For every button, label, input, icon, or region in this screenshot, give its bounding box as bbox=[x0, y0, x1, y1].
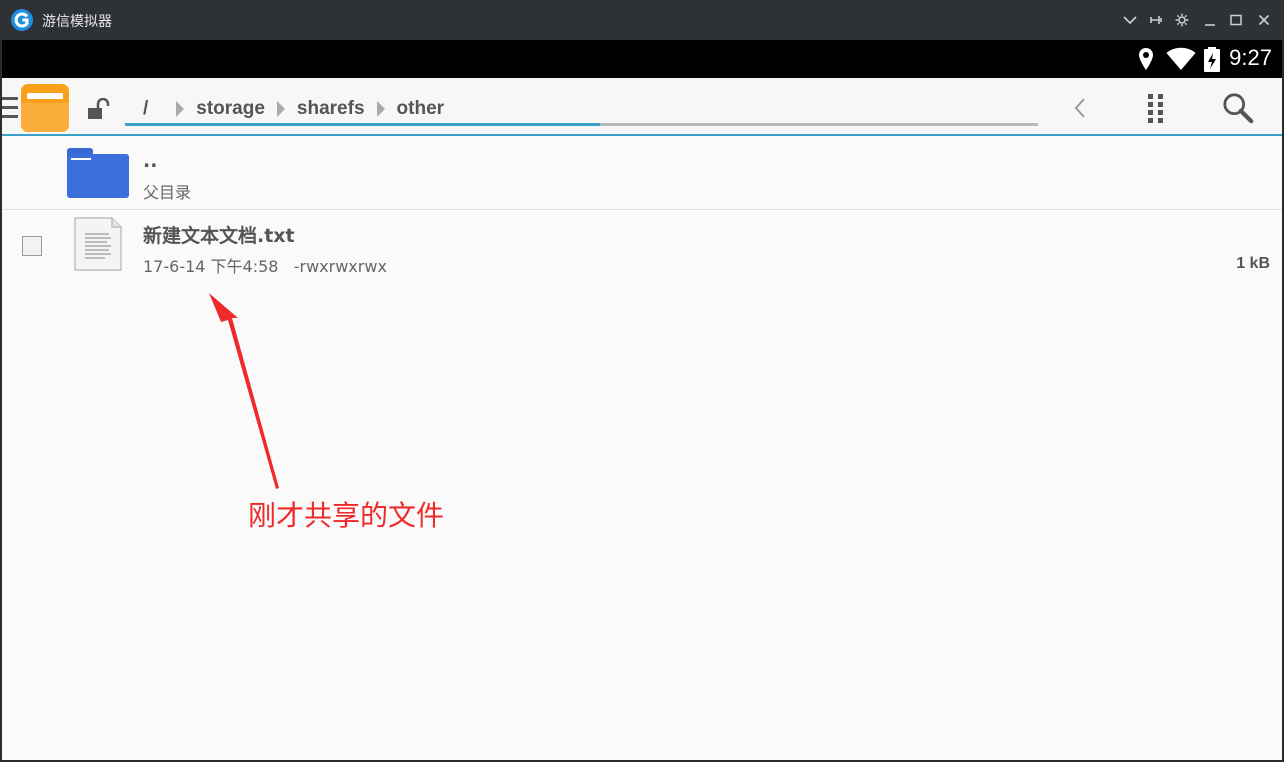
file-manager-app: / storage sharefs other .. 父目录 新建文本文档.tx… bbox=[2, 78, 1282, 760]
breadcrumb: / storage sharefs other bbox=[125, 95, 446, 123]
parent-dir-label: 父目录 bbox=[143, 183, 192, 202]
file-select-checkbox[interactable] bbox=[22, 236, 42, 256]
gear-icon[interactable] bbox=[1172, 10, 1192, 30]
breadcrumb-storage[interactable]: storage bbox=[194, 98, 267, 120]
emulator-logo-icon bbox=[11, 9, 33, 31]
unlock-icon[interactable] bbox=[86, 98, 110, 120]
wifi-icon bbox=[1166, 47, 1196, 70]
close-icon[interactable] bbox=[1254, 10, 1274, 30]
chevron-down-icon[interactable] bbox=[1120, 10, 1140, 30]
search-icon[interactable] bbox=[1222, 92, 1254, 124]
list-item[interactable]: 新建文本文档.txt 17-6-14 下午4:58 -rwxrwxrwx 1 k… bbox=[2, 211, 1282, 285]
window-title: 游信模拟器 bbox=[42, 14, 112, 30]
breadcrumb-separator-icon bbox=[276, 101, 285, 117]
annotation-label: 刚才共享的文件 bbox=[248, 499, 445, 532]
app-toolbar: / storage sharefs other bbox=[2, 78, 1282, 136]
emulator-title-bar: 游信模拟器 bbox=[0, 0, 1284, 40]
parent-directory-row[interactable]: .. 父目录 bbox=[2, 136, 1282, 210]
status-time: 9:27 bbox=[1229, 45, 1272, 70]
more-options-icon[interactable] bbox=[1140, 92, 1172, 124]
menu-icon[interactable] bbox=[2, 97, 18, 118]
breadcrumb-separator-icon bbox=[376, 101, 385, 117]
file-date: 17-6-14 下午4:58 bbox=[143, 257, 279, 276]
file-permissions: -rwxrwxrwx bbox=[293, 257, 387, 276]
breadcrumb-other[interactable]: other bbox=[395, 98, 447, 120]
minimize-icon[interactable] bbox=[1200, 10, 1220, 30]
app-logo-icon[interactable] bbox=[21, 84, 69, 132]
maximize-icon[interactable] bbox=[1226, 10, 1246, 30]
android-status-bar: 9:27 bbox=[2, 40, 1282, 78]
breadcrumb-sharefs[interactable]: sharefs bbox=[295, 98, 367, 120]
breadcrumb-scroll-indicator bbox=[125, 123, 600, 126]
breadcrumb-root[interactable]: / bbox=[141, 98, 150, 120]
file-meta: 17-6-14 下午4:58 -rwxrwxrwx bbox=[143, 253, 387, 277]
parent-dir-name: .. bbox=[143, 150, 158, 172]
location-icon bbox=[1139, 48, 1153, 70]
back-chevron-icon[interactable] bbox=[1064, 92, 1096, 124]
folder-icon bbox=[67, 148, 129, 198]
file-size: 1 kB bbox=[1236, 255, 1270, 272]
pin-icon[interactable] bbox=[1146, 10, 1166, 30]
file-name: 新建文本文档.txt bbox=[143, 225, 295, 247]
battery-charging-icon bbox=[1204, 47, 1220, 72]
text-document-icon bbox=[74, 217, 122, 271]
breadcrumb-scroll-track[interactable] bbox=[125, 123, 1038, 126]
breadcrumb-separator-icon bbox=[176, 101, 185, 117]
